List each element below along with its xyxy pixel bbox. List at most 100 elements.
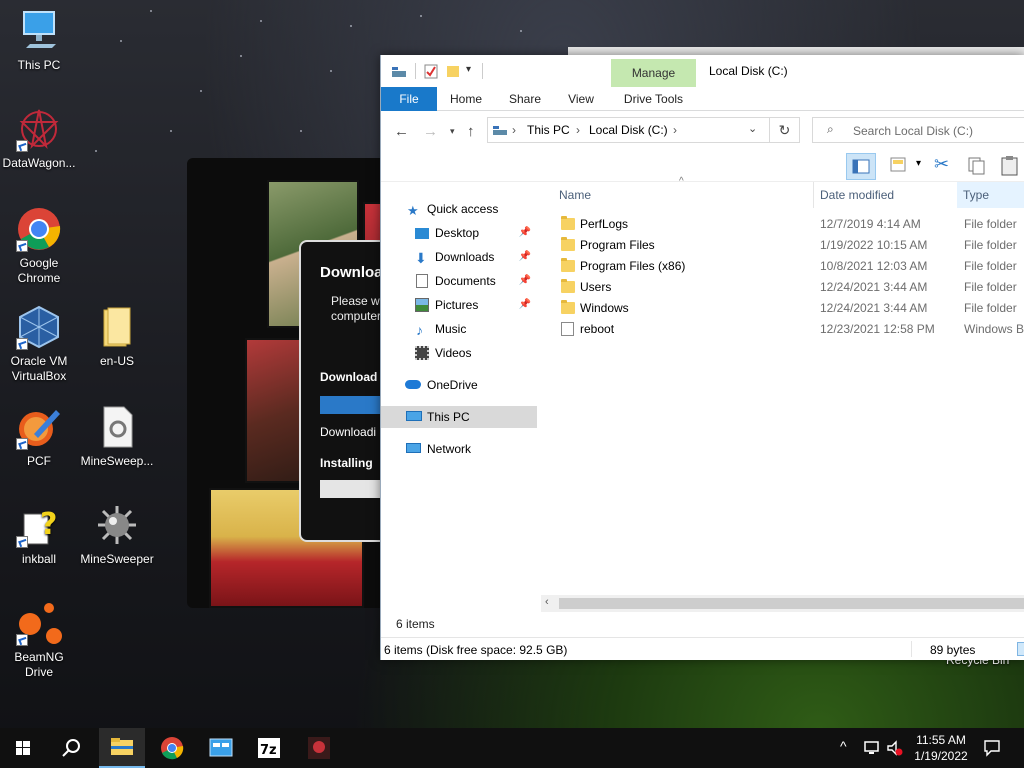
breadcrumb-this-pc[interactable]: This PC [527,123,570,137]
desktop-icon-minesweeper-file[interactable]: MineSweep... [78,404,156,469]
taskbar-file-explorer[interactable] [99,728,145,768]
clock[interactable]: 11:55 AM 1/19/2022 [905,732,977,764]
nav-label: OneDrive [427,378,478,392]
svg-text:7z: 7z [260,743,277,758]
nav-desktop[interactable]: Desktop 📌 [381,222,537,244]
installing-label: Installing [320,456,373,470]
scroll-left-icon[interactable]: ‹ [545,596,549,608]
scrollbar-thumb[interactable] [559,598,1024,609]
table-row[interactable]: PerfLogs 12/7/2019 4:14 AM File folder [541,214,1024,235]
file-date-modified: 12/7/2019 4:14 AM [820,217,921,231]
pin-icon[interactable]: 📌 [519,270,531,292]
nav-network[interactable]: Network [381,438,537,460]
desktop-icon-minesweeper[interactable]: MineSweeper [78,502,156,567]
desktop-icon-beamng[interactable]: BeamNG Drive [0,600,78,680]
address-dropdown-icon[interactable]: ⌄ [748,122,757,135]
paste-icon[interactable] [1000,155,1020,180]
folder-icon [94,304,140,350]
column-name[interactable]: Name [559,182,591,208]
desktop-icon-google-chrome[interactable]: Google Chrome [0,206,78,286]
new-item-icon[interactable] [889,156,909,177]
file-name: Program Files (x86) [580,259,686,273]
address-bar[interactable]: › This PC › Local Disk (C:) › ⌄ [487,117,770,143]
preview-pane-icon[interactable] [846,153,876,180]
search-button[interactable] [48,728,94,768]
search-placeholder: Search Local Disk (C:) [853,124,974,138]
column-type[interactable]: Type [957,182,1024,208]
start-button[interactable] [0,728,46,768]
nav-documents[interactable]: Documents 📌 [381,270,537,292]
volume-muted-icon[interactable] [886,740,904,759]
new-item-dropdown-icon[interactable]: ▾ [916,158,921,169]
desktop-icon-en-us[interactable]: en-US [78,304,156,369]
drive-icon[interactable] [391,65,407,82]
desktop-icon-inkball[interactable]: ? inkball [0,502,78,567]
taskbar-chrome[interactable] [149,728,195,768]
table-row[interactable]: Program Files 1/19/2022 10:15 AM File fold… [541,235,1024,256]
back-arrow-icon[interactable]: ← [394,123,409,140]
tab-share[interactable]: Share [501,87,549,111]
table-row[interactable]: Users 12/24/2021 3:44 AM File folder [541,277,1024,298]
cut-icon[interactable]: ✂ [934,154,949,175]
file-type: File folder [964,217,1017,231]
clock-date: 1/19/2022 [914,749,968,763]
pin-icon[interactable]: 📌 [519,294,531,316]
pin-icon[interactable]: 📌 [519,222,531,244]
svg-text:?: ? [40,507,57,542]
tab-manage[interactable]: Manage [611,59,696,87]
desktop-icon-label: MineSweeper [80,552,154,566]
nav-videos[interactable]: Videos [381,342,537,364]
column-separator[interactable] [813,182,814,208]
table-row[interactable]: Program Files (x86) 10/8/2021 12:03 AM Fil… [541,256,1024,277]
film-icon [415,346,429,360]
up-arrow-icon[interactable]: ↑ [467,123,475,140]
customize-qat-icon[interactable]: ▾ [466,64,471,75]
horizontal-scrollbar[interactable]: ‹ [541,595,1024,612]
file-date-modified: 12/24/2021 3:44 AM [820,280,928,294]
desktop-icon-virtualbox[interactable]: Oracle VM VirtualBox [0,304,78,384]
nav-downloads[interactable]: ⬇ Downloads 📌 [381,246,537,268]
search-input[interactable]: ⌕ Search Local Disk (C:) [812,117,1024,143]
tab-file[interactable]: File [381,87,437,111]
table-row[interactable]: Windows 12/24/2021 3:44 AM File folder [541,298,1024,319]
properties-icon[interactable] [424,64,438,82]
download-progress-bar [320,396,387,414]
recent-locations-chevron-icon[interactable]: ▾ [450,126,455,137]
nav-this-pc[interactable]: This PC [381,406,537,428]
desktop-icon-this-pc[interactable]: This PC [0,8,78,73]
nav-music[interactable]: ♪ Music [381,318,537,340]
desktop-icon-label: inkball [21,552,57,566]
taskbar-7zip[interactable]: 7z [246,728,292,768]
download-arrow-icon: ⬇ [415,250,427,266]
folder-icon [561,258,575,272]
nav-onedrive[interactable]: OneDrive [381,374,537,396]
details-view-icon[interactable] [1017,642,1024,656]
desktop-icon [415,228,429,239]
nav-pictures[interactable]: Pictures 📌 [381,294,537,316]
refresh-button[interactable]: ↻ [770,117,800,143]
column-date-modified[interactable]: Date modified [820,182,894,208]
pictures-icon [415,298,429,312]
desktop-icon-pcf[interactable]: PCF [0,404,78,469]
table-row[interactable]: reboot 12/23/2021 12:58 PM Windows Ba [541,319,1024,340]
nav-quick-access[interactable]: ★ Quick access [381,198,537,220]
tab-drive-tools[interactable]: Drive Tools [611,87,696,111]
new-folder-icon[interactable] [446,64,460,81]
forward-arrow-icon[interactable]: → [423,123,438,140]
ribbon-tabs: File Home Share View Drive Tools [381,87,1024,143]
pin-icon[interactable]: 📌 [519,246,531,268]
desktop-icon-datawagon[interactable]: DataWagon... [0,106,78,171]
taskbar-game[interactable] [296,728,342,768]
file-explorer-window[interactable]: ▾ Manage Local Disk (C:) File Home Share… [380,55,1024,660]
file-type: File folder [964,238,1017,252]
taskbar-control-panel[interactable] [198,728,244,768]
breadcrumb-local-disk[interactable]: Local Disk (C:) [589,123,668,137]
network-status-icon[interactable] [863,740,881,759]
show-hidden-icons-chevron-icon[interactable]: ^ [840,738,847,754]
copy-icon[interactable] [967,156,987,179]
tab-home[interactable]: Home [443,87,489,111]
installer-window[interactable]: Downloa Please w computer Download Downl… [187,158,387,608]
tab-view[interactable]: View [559,87,603,111]
datawagon-icon [16,106,62,152]
action-center-icon[interactable] [983,739,1001,760]
